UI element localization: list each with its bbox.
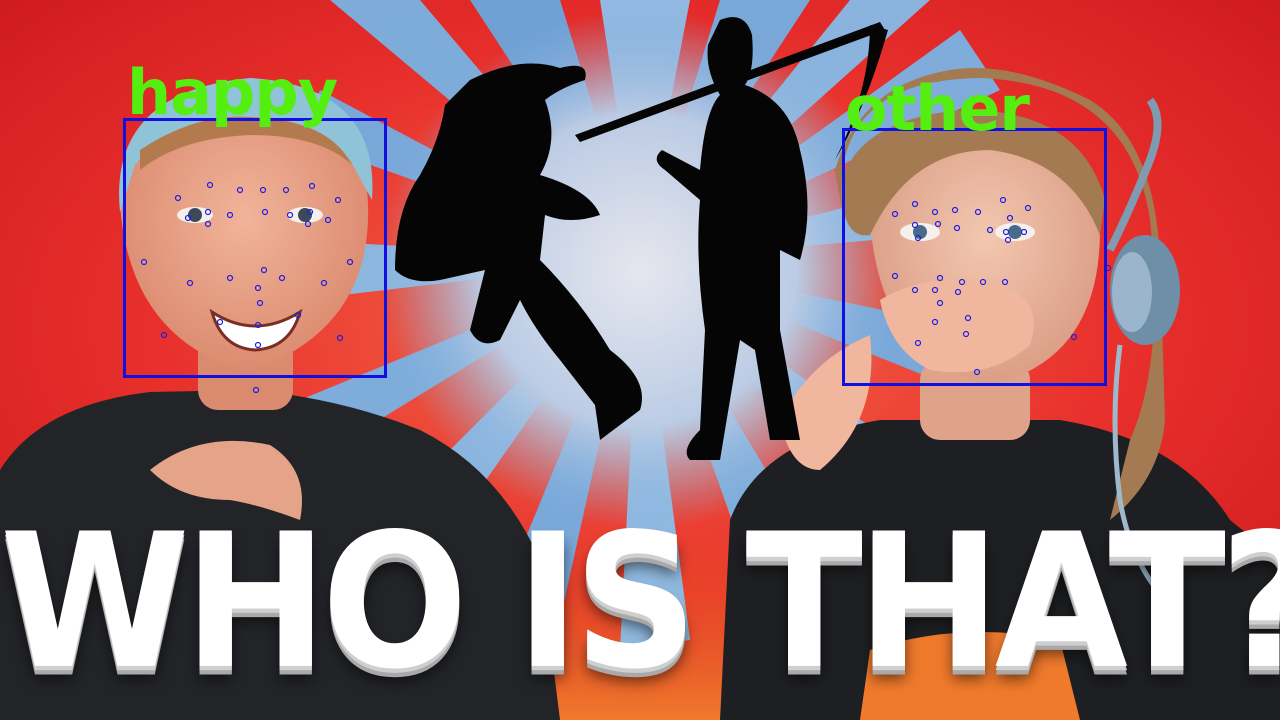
headline-text: WHO IS THAT? [0, 493, 1280, 711]
emotion-label-left: happy [127, 56, 338, 129]
emotion-label-right: other [845, 72, 1030, 145]
thumbnail-canvas: happy other WHO IS THAT? [0, 0, 1280, 720]
face-box-right [842, 128, 1107, 386]
face-box-left [123, 118, 387, 378]
